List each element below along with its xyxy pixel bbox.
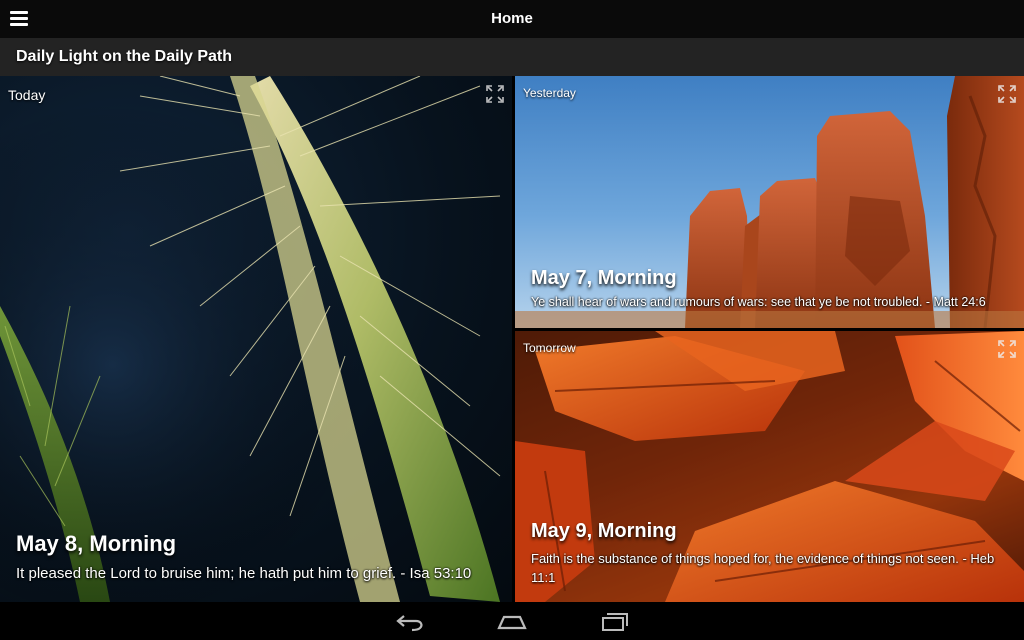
rock-formation-background-image	[515, 76, 1024, 328]
hamburger-menu-icon[interactable]	[10, 11, 28, 27]
reading-title-yesterday: May 7, Morning	[531, 267, 677, 289]
expand-icon[interactable]	[998, 85, 1016, 103]
tile-label-today: Today	[8, 87, 46, 103]
reading-text-yesterday: Ye shall hear of wars and rumours of war…	[531, 295, 986, 309]
app-title: Daily Light on the Daily Path	[16, 48, 233, 65]
reading-title-tomorrow: May 9, Morning	[531, 520, 677, 542]
recent-apps-icon[interactable]	[596, 608, 632, 634]
expand-icon[interactable]	[998, 340, 1016, 358]
tile-label-tomorrow: Tomorrow	[523, 341, 576, 355]
app-subheader: Daily Light on the Daily Path	[0, 38, 1024, 76]
reading-title-today: May 8, Morning	[16, 531, 177, 556]
action-bar: Home	[0, 0, 1024, 38]
reading-text-today: It pleased the Lord to bruise him; he ha…	[16, 565, 472, 582]
tile-label-yesterday: Yesterday	[523, 86, 576, 100]
expand-icon[interactable]	[486, 85, 504, 103]
page-title: Home	[491, 10, 533, 27]
tile-tomorrow[interactable]: Tomorrow May 9, Morning Faith is the sub…	[515, 331, 1024, 602]
wheat-background-image	[0, 76, 512, 602]
tile-today[interactable]: Today May 8, Morning It pleased the Lord…	[0, 76, 512, 602]
reading-text-tomorrow: Faith is the substance of things hoped f…	[531, 551, 995, 585]
tile-yesterday[interactable]: Yesterday May 7, Morning Ye shall hear o…	[515, 76, 1024, 328]
back-icon[interactable]	[392, 608, 428, 634]
system-nav-bar	[0, 602, 1024, 640]
home-icon[interactable]	[494, 608, 530, 634]
